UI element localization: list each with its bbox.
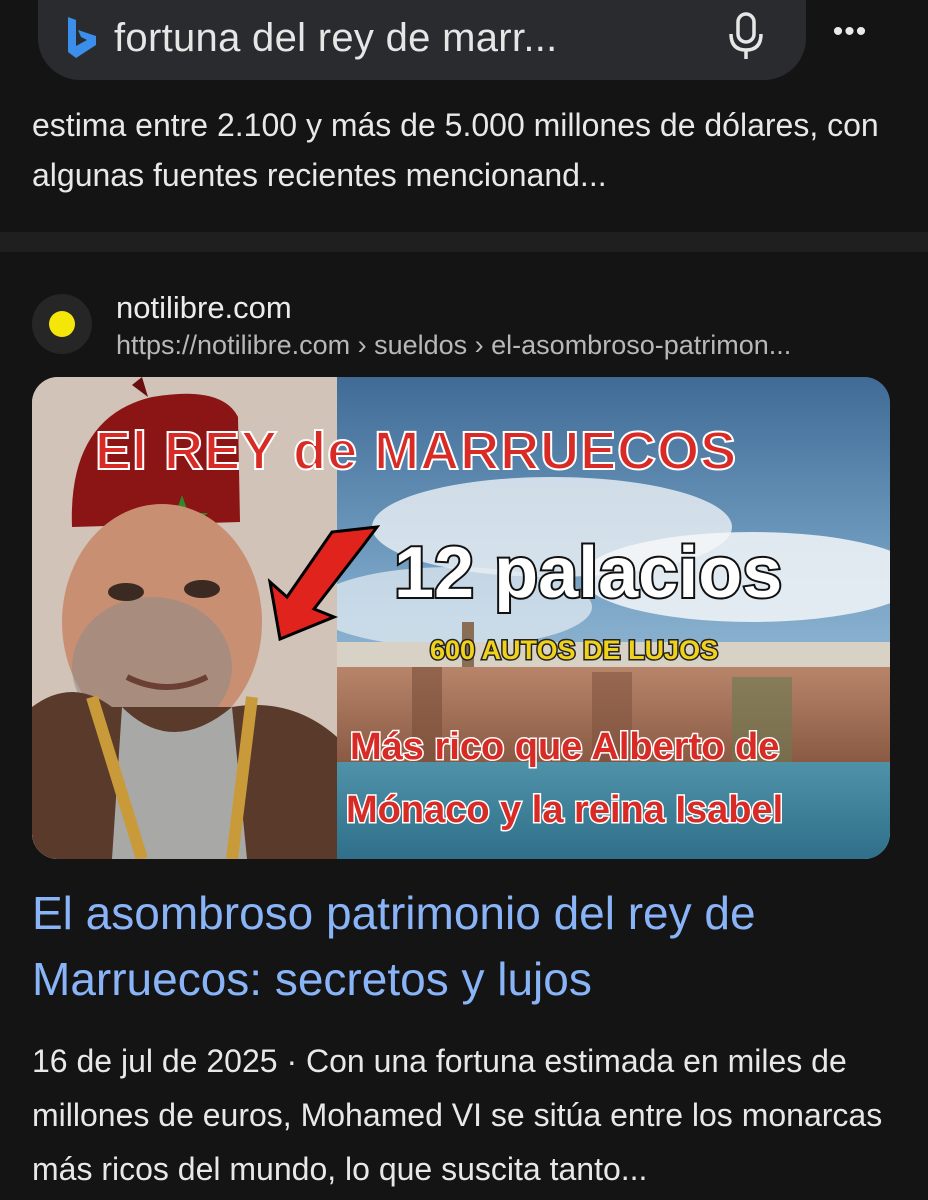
image-line2: Mónaco y la reina Isabel xyxy=(346,789,783,831)
site-url-breadcrumb[interactable]: https://notilibre.com › sueldos › el-aso… xyxy=(116,330,906,361)
top-bar: fortuna del rey de marr... ••• xyxy=(0,0,928,96)
more-options-button[interactable]: ••• xyxy=(826,15,874,48)
result-title-link[interactable]: El asombroso patrimonio del rey de Marru… xyxy=(32,880,912,1012)
previous-result-card: estima entre 2.100 y más de 5.000 millon… xyxy=(0,96,928,232)
image-palaces: 12 palacios xyxy=(394,533,782,613)
microphone-icon[interactable] xyxy=(726,10,766,62)
result-description: 16 de jul de 2025 · Con una fortuna esti… xyxy=(32,1034,912,1196)
search-bar[interactable]: fortuna del rey de marr... xyxy=(38,0,806,80)
search-query[interactable]: fortuna del rey de marr... xyxy=(114,16,558,61)
result-thumbnail-image[interactable]: El REY de MARRUECOS 12 palacios 600 AUTO… xyxy=(32,377,890,859)
image-line1: Más rico que Alberto de xyxy=(350,726,779,768)
date-separator: · xyxy=(286,1043,298,1079)
bing-logo-icon xyxy=(68,17,96,58)
site-favicon-icon xyxy=(32,294,92,354)
site-name[interactable]: notilibre.com xyxy=(116,290,292,326)
result-date: 16 de jul de 2025 xyxy=(32,1043,278,1079)
image-headline: El REY de MARRUECOS xyxy=(95,421,737,481)
image-cars: 600 AUTOS DE LUJOS xyxy=(430,635,718,665)
previous-result-snippet: estima entre 2.100 y más de 5.000 millon… xyxy=(32,107,879,193)
search-result-card[interactable]: notilibre.com https://notilibre.com › su… xyxy=(0,252,928,1200)
